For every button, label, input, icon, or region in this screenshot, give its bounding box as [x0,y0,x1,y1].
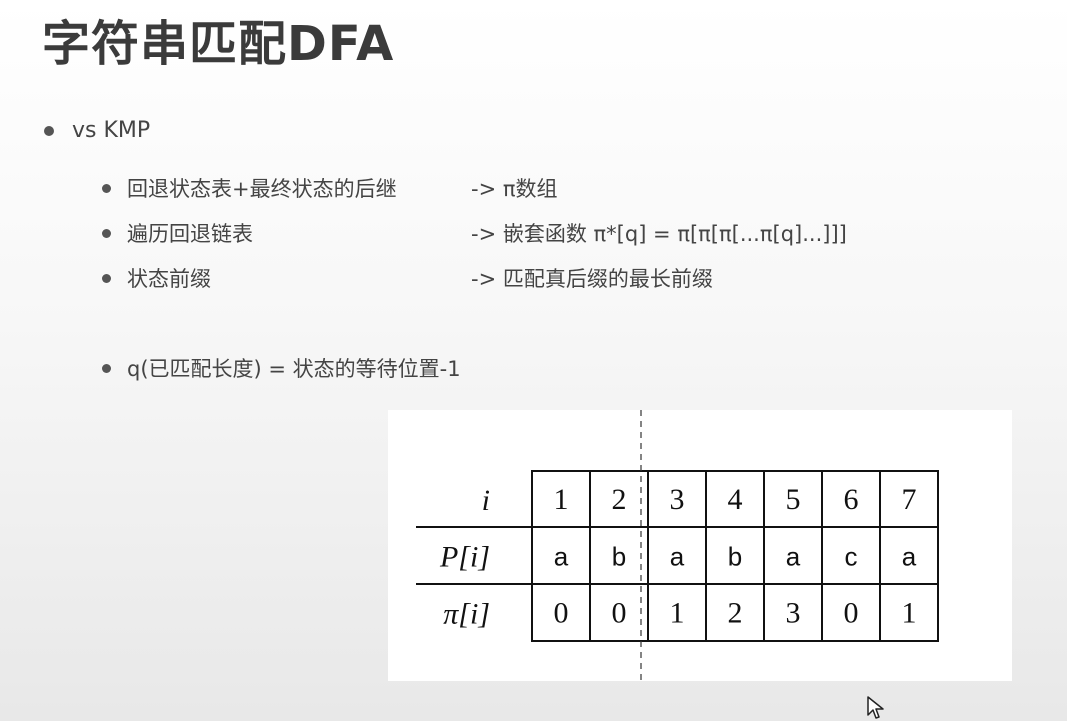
bullet-item: 状态前缀 -> 匹配真后缀的最长前缀 [102,263,713,293]
bullet-main: vs KMP [44,118,150,143]
mouse-cursor-icon [867,696,884,719]
bullet-item-left: 回退状态表+最终状态的后继 [127,177,397,201]
table-index-cell: 6 [844,483,859,516]
table-index-cell: 1 [554,483,569,516]
slide-title: 字符串匹配DFA [42,16,395,72]
table-row-label: i [482,484,490,517]
table-pattern-cell: a [786,542,801,572]
bullet-extra-text: q(已匹配长度) = 状态的等待位置-1 [127,357,461,381]
table-row-label: P[i] [439,541,490,574]
bullet-item-right: -> 匹配真后缀的最长前缀 [471,267,713,291]
table-pattern-cell: a [670,542,685,572]
table-pattern-cell: b [612,542,626,572]
table-index-cell: 2 [612,483,627,516]
bullet-dot-icon [102,273,111,283]
bullet-item-left: 遍历回退链表 [127,222,253,246]
prefix-function-table: i P[i] π[i] 1 2 3 4 5 6 7 a b a b a c a 0 0 1 2 3 0 1 [416,410,939,681]
table-pattern-cell: a [902,542,917,572]
bullet-dot-icon [102,363,111,373]
table-row-label: π[i] [443,598,490,631]
bullet-item: 遍历回退链表 -> 嵌套函数 π*[q] = π[π[π[...π[q]...]… [102,218,847,248]
bullet-dot-icon [102,183,111,193]
table-index-cell: 7 [902,483,917,516]
table-pattern-cell: c [845,542,858,572]
table-pi-cell: 1 [670,597,685,630]
bullet-item: 回退状态表+最终状态的后继 -> π数组 [102,173,558,203]
table-pi-cell: 0 [612,597,627,630]
bullet-main-text: vs KMP [72,118,151,143]
table-pi-cell: 0 [554,597,569,630]
bullet-dot-icon [102,228,111,238]
table-index-cell: 5 [786,483,801,516]
bullet-item-right: -> 嵌套函数 π*[q] = π[π[π[...π[q]...]]] [471,222,847,246]
prefix-function-figure: i P[i] π[i] 1 2 3 4 5 6 7 a b a b a c a 0 0 1 2 3 0 1 [388,410,1012,681]
bullet-dot-icon [44,125,54,136]
table-pi-cell: 0 [844,597,859,630]
bullet-item-left: 状态前缀 [127,267,211,291]
table-index-cell: 3 [670,483,685,516]
table-pi-cell: 2 [728,597,743,630]
table-pattern-cell: b [728,542,742,572]
table-pi-cell: 1 [902,597,917,630]
bullet-item-right: -> π数组 [471,177,558,201]
table-pattern-cell: a [554,542,569,572]
table-index-cell: 4 [728,483,743,516]
table-pi-cell: 3 [786,597,801,630]
bullet-extra: q(已匹配长度) = 状态的等待位置-1 [102,353,461,383]
